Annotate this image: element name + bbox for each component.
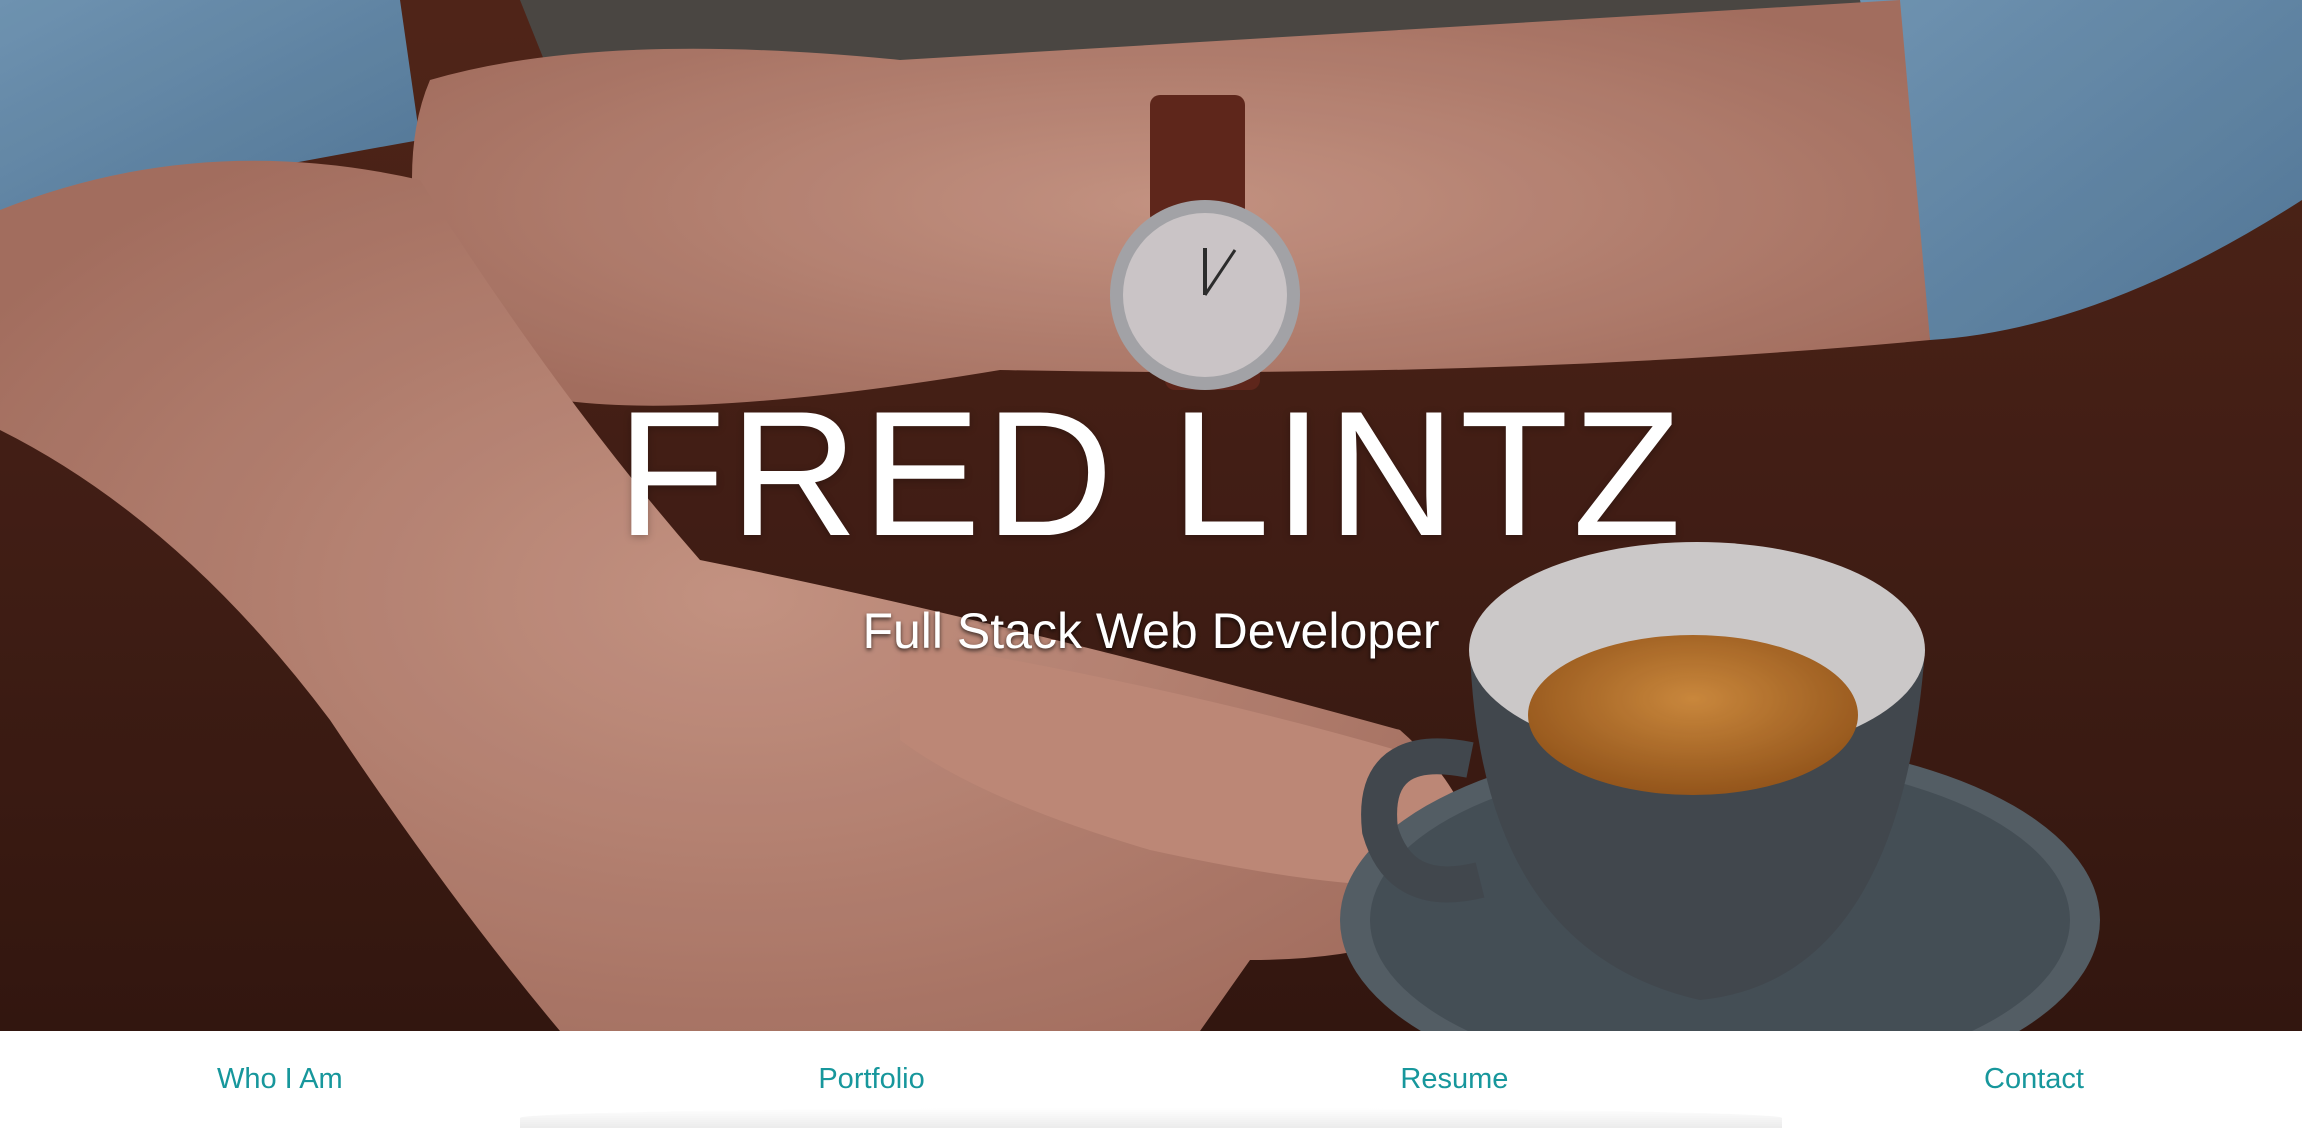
bottom-nav-bar: Who I Am Portfolio Resume Contact [0, 1031, 2302, 1128]
hero-section: FRED LINTZ Full Stack Web Developer [0, 0, 2302, 1031]
nav-shadow [520, 1108, 1782, 1128]
nav-link-who-i-am[interactable]: Who I Am [217, 1063, 343, 1096]
nav-link-portfolio[interactable]: Portfolio [818, 1063, 924, 1096]
hero-subtitle: Full Stack Web Developer [862, 603, 1440, 659]
hero-title: FRED LINTZ [616, 374, 1686, 573]
nav-link-resume[interactable]: Resume [1400, 1063, 1508, 1096]
nav-link-contact[interactable]: Contact [1984, 1063, 2084, 1096]
